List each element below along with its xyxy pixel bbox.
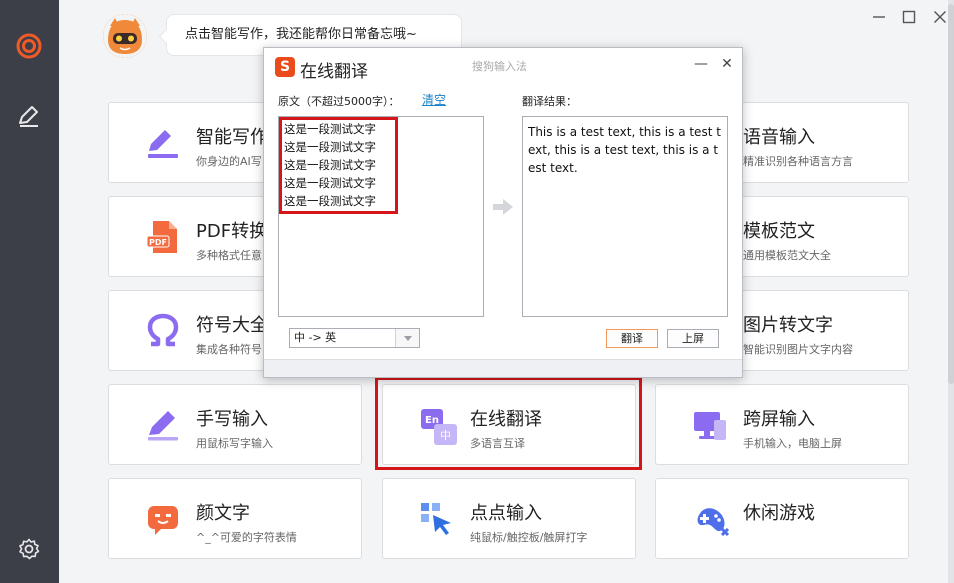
card-title: 模板范文 [743, 221, 815, 242]
language-pair-value: 中 -> 英 [294, 331, 337, 344]
result-label: 翻译结果： [522, 95, 577, 108]
omega-icon [145, 313, 181, 349]
dialog-close-icon[interactable]: ✕ [718, 55, 736, 73]
card-subtitle: 手机输入，电脑上屏 [743, 437, 842, 450]
dialog-footer [264, 359, 742, 377]
language-pair-select[interactable]: 中 -> 英 [289, 328, 420, 348]
dialog-brand: 搜狗输入法 [472, 60, 527, 73]
card-title: 图片转文字 [743, 315, 833, 336]
card-subtitle: 智能识别图片文字内容 [743, 343, 853, 356]
scrollbar[interactable] [948, 0, 954, 583]
card-subtitle: 通用模板范文大全 [743, 249, 831, 262]
card-click-input[interactable]: 点点输入 纯鼠标/触控板/触屏打字 [382, 478, 636, 559]
card-subtitle: 集成各种符号 [196, 343, 262, 356]
card-title: 符号大全 [196, 315, 268, 336]
settings-gear-icon[interactable] [14, 534, 44, 564]
handwriting-icon [145, 407, 181, 443]
commit-button[interactable]: 上屏 [667, 329, 719, 348]
maximize-window-icon[interactable] [898, 6, 920, 28]
card-handwriting[interactable]: 手写输入 用鼠标写字输入 [108, 384, 362, 465]
card-title: 颜文字 [196, 503, 250, 524]
scroll-thumb[interactable] [948, 4, 954, 384]
card-subtitle: 多种格式任意 [196, 249, 262, 262]
card-emoticons[interactable]: 颜文字 ^_^可爱的字符表情 [108, 478, 362, 559]
clear-link[interactable]: 清空 [422, 91, 446, 108]
result-text-output[interactable]: This is a test text, this is a test text… [522, 116, 728, 317]
card-subtitle: ^_^可爱的字符表情 [196, 531, 297, 544]
card-title: 语音输入 [743, 127, 815, 148]
card-subtitle: 精准识别各种语言方言 [743, 155, 853, 168]
click-input-icon [419, 501, 455, 537]
mascot-avatar-icon[interactable] [103, 14, 147, 58]
card-subtitle: 纯鼠标/触控板/触屏打字 [470, 531, 588, 544]
card-casual-games[interactable]: 休闲游戏 [655, 478, 909, 559]
emoticon-icon [145, 501, 181, 537]
sogou-logo-icon: S [275, 57, 295, 77]
translate-button[interactable]: 翻译 [606, 329, 658, 348]
close-window-icon[interactable] [929, 6, 951, 28]
card-title: 跨屏输入 [743, 409, 815, 430]
pdf-icon: PDF [145, 219, 181, 255]
sidebar [0, 0, 59, 583]
card-title: 点点输入 [470, 503, 542, 524]
assistant-message: 点击智能写作，我还能帮你日常备忘哦~ [185, 27, 417, 42]
card-subtitle: 你身边的AI写 [196, 155, 262, 168]
online-translate-dialog: S 在线翻译 搜狗输入法 — ✕ 原文（不超过5000字）： 清空 翻译结果： … [263, 47, 743, 378]
pen-icon [145, 125, 181, 161]
source-label: 原文（不超过5000字）： [278, 95, 400, 108]
card-title: 智能写作 [196, 127, 268, 148]
card-title: 手写输入 [196, 409, 268, 430]
arrow-right-icon [492, 198, 514, 216]
svg-text:PDF: PDF [149, 238, 167, 247]
card-cross-screen[interactable]: 跨屏输入 手机输入，电脑上屏 [655, 384, 909, 465]
card-title: 休闲游戏 [743, 503, 815, 524]
edit-note-icon[interactable] [14, 101, 44, 131]
cross-screen-icon [692, 407, 728, 443]
card-subtitle: 用鼠标写字输入 [196, 437, 273, 450]
minimize-window-icon[interactable] [868, 6, 890, 28]
dialog-title: 在线翻译 [300, 62, 368, 82]
chevron-down-icon[interactable] [395, 329, 419, 347]
source-text-highlight [279, 117, 398, 214]
gamepad-icon [692, 501, 730, 537]
translate-card-highlight [375, 377, 642, 470]
card-title: PDF转换 [196, 221, 268, 242]
target-icon[interactable] [14, 31, 44, 61]
dialog-minimize-icon[interactable]: — [692, 55, 710, 73]
